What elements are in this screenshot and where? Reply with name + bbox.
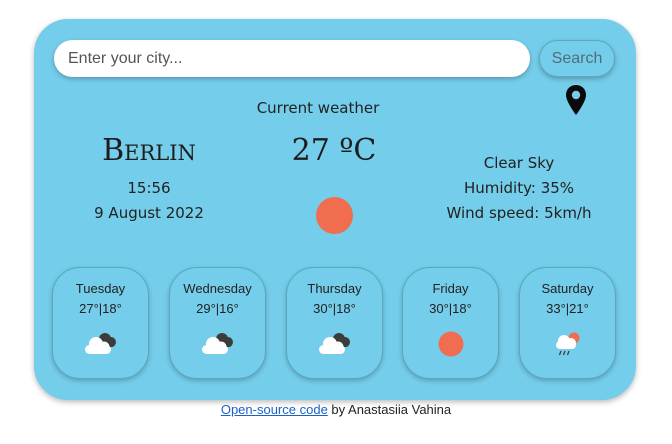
location-pin-icon[interactable] [565,84,587,116]
forecast-day: Tuesday [75,281,126,296]
rain-icon [556,332,580,356]
forecast-temp-range: 33°|21° [546,301,589,316]
forecast-temp-range: 30°|18° [313,301,356,316]
open-source-link[interactable]: Open-source code [221,402,328,417]
forecast-day: Thursday [307,281,362,296]
forecast-card-thursday: Thursday 30°|18° [286,267,383,379]
weather-card: Search Current weather Berlin 15:56 9 Au… [34,19,636,400]
current-date: 9 August 2022 [94,204,204,222]
cloudy-icon [319,333,350,354]
forecast-day: Saturday [541,281,594,296]
forecast-card-friday: Friday 30°|18° [402,267,499,379]
city-search-input[interactable] [54,40,530,77]
city-name: Berlin [102,133,196,168]
forecast-temp-range: 30°|18° [429,301,472,316]
forecast-card-tuesday: Tuesday 27°|18° [52,267,149,379]
current-weather-label: Current weather [256,99,380,117]
footer: Open-source code by Anastasiia Vahina [0,402,672,417]
search-button[interactable]: Search [539,40,615,77]
sun-icon [438,331,464,357]
sun-icon [316,197,353,234]
humidity-text: Humidity: 35% [463,179,575,197]
forecast-card-wednesday: Wednesday 29°|16° [169,267,266,379]
cloudy-icon [85,333,116,354]
current-time: 15:56 [127,179,171,197]
cloudy-icon [202,333,233,354]
current-temperature: 27 ºC [291,133,377,168]
forecast-day: Wednesday [183,281,252,296]
forecast-day: Friday [432,281,469,296]
forecast-temp-range: 29°|16° [196,301,239,316]
wind-speed-text: Wind speed: 5km/h [446,204,592,222]
footer-author: by Anastasiia Vahina [327,402,452,417]
weather-description: Clear Sky [483,154,555,172]
forecast-card-saturday: Saturday 33°|21° [519,267,616,379]
forecast-temp-range: 27°|18° [79,301,122,316]
